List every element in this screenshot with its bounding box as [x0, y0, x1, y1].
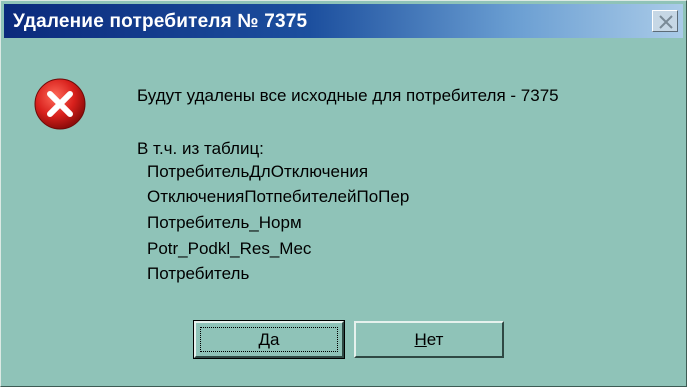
dialog-title: Удаление потребителя № 7375	[13, 11, 308, 32]
table-item: Потребитель_Норм	[147, 213, 302, 232]
table-item: ПотребительДлОтключения	[147, 162, 369, 181]
close-icon	[659, 15, 673, 29]
focus-ring	[200, 327, 338, 352]
delete-message: Будут удалены все исходные для потребите…	[137, 86, 559, 105]
title-bar[interactable]: Удаление потребителя № 7375	[4, 4, 683, 38]
table-item: Potr_Podkl_Res_Mec	[147, 239, 312, 258]
yes-button[interactable]: Да	[193, 320, 345, 359]
error-icon	[34, 78, 86, 130]
no-button-label: Нет	[415, 330, 444, 350]
close-button[interactable]	[652, 10, 678, 32]
dialog-window: Удаление потребителя № 7375 Будут удален…	[0, 0, 687, 387]
no-button[interactable]: Нет	[354, 321, 504, 358]
table-item: ОтключенияПотпебителейПоПер	[147, 187, 410, 206]
table-item: Потребитель	[147, 264, 250, 283]
no-label-rest: ет	[426, 329, 444, 349]
no-accelerator: Н	[414, 329, 427, 349]
tables-header: В т.ч. из таблиц:	[137, 139, 264, 158]
